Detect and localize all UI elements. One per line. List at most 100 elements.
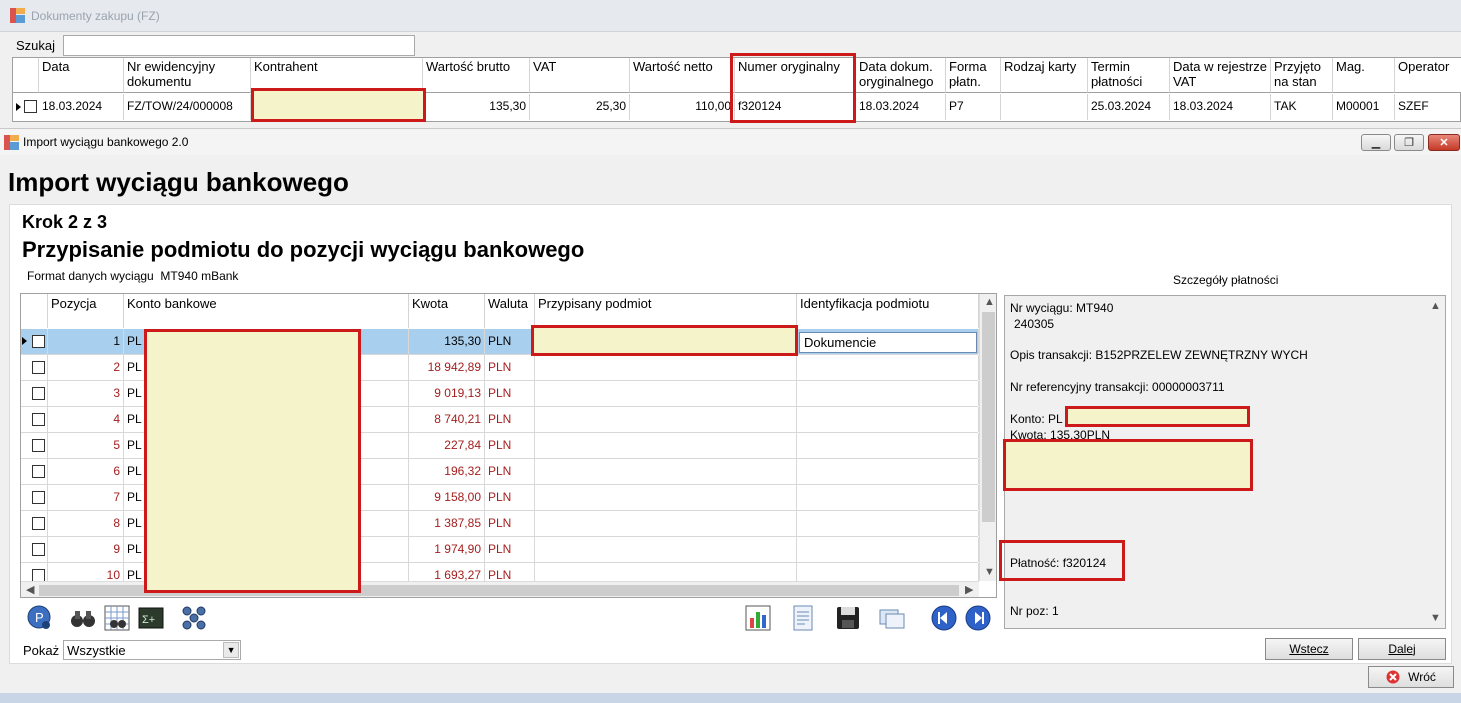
highlight-numer-oryginalny <box>730 53 856 123</box>
cell <box>797 537 979 562</box>
minimize-button[interactable]: ▁ <box>1361 134 1391 151</box>
redacted-assigned-entity <box>531 325 798 356</box>
return-button-label: Wróć <box>1408 670 1436 684</box>
scroll-right-icon[interactable]: ▶ <box>965 583 973 596</box>
ident-input[interactable]: Dokumencie <box>799 332 977 353</box>
maximize-button[interactable]: ❐ <box>1394 134 1424 151</box>
vertical-scrollbar[interactable]: ▲ ▼ <box>979 294 996 581</box>
binoculars-icon[interactable] <box>69 604 97 632</box>
scroll-up-icon[interactable]: ▲ <box>984 296 995 308</box>
cell <box>535 537 797 562</box>
show-label: Pokaż <box>23 642 60 658</box>
previous-icon[interactable] <box>930 604 958 632</box>
row-checkbox[interactable] <box>24 100 37 113</box>
return-button[interactable]: Wróć <box>1368 666 1454 688</box>
cell-kwota: 9 019,13 <box>409 381 485 406</box>
cell-pos: 6 <box>48 459 124 484</box>
next-icon[interactable] <box>964 604 992 632</box>
cell-kwota: 8 740,21 <box>409 407 485 432</box>
format-value: MT940 mBank <box>160 269 239 283</box>
redacted-details <box>1003 439 1253 491</box>
col-header-waluta[interactable]: Waluta <box>485 294 535 328</box>
detail-konto: Konto: PL <box>1010 412 1063 426</box>
cell-nr: FZ/TOW/24/000008 <box>124 94 251 120</box>
windows-icon[interactable] <box>878 604 906 632</box>
grid-binoculars-icon[interactable] <box>103 604 131 632</box>
cell-data-dok: 18.03.2024 <box>856 94 946 120</box>
col-header-pozycja[interactable]: Pozycja <box>48 294 124 328</box>
cell-operator: SZEF <box>1398 99 1429 113</box>
cell-pos: 7 <box>48 485 124 510</box>
redacted-account-numbers <box>144 329 361 593</box>
detail-nr-ref: Nr referencyjny transakcji: 00000003711 <box>1010 380 1225 394</box>
cell-waluta: PLN <box>485 459 535 484</box>
details-scroll-down-icon[interactable]: ▼ <box>1430 612 1441 624</box>
cell <box>535 511 797 536</box>
col-header-konto[interactable]: Konto bankowe <box>124 294 409 328</box>
cell-kwota: 196,32 <box>409 459 485 484</box>
search-input[interactable] <box>63 35 416 56</box>
cell-vat: 25,30 <box>530 94 630 120</box>
cell <box>21 355 48 380</box>
cell-kwota: 1 387,85 <box>409 511 485 536</box>
cell-waluta: PLN <box>485 329 535 354</box>
cell-kwota: 9 158,00 <box>409 485 485 510</box>
cell-kwota: 1 974,90 <box>409 537 485 562</box>
cell <box>21 459 48 484</box>
background-titlebar: Dokumenty zakupu (FZ) <box>0 0 1461 32</box>
cell <box>21 407 48 432</box>
col-header-podmiot[interactable]: Przypisany podmiot <box>535 294 797 328</box>
chevron-down-icon[interactable]: ▼ <box>223 642 240 658</box>
close-button[interactable]: ✕ <box>1428 134 1460 151</box>
svg-text:Σ+: Σ+ <box>142 615 155 627</box>
step-label: Krok 2 z 3 <box>22 212 108 232</box>
details-scroll-up-icon[interactable]: ▲ <box>1430 300 1441 312</box>
cancel-icon <box>1386 670 1400 684</box>
scroll-down-icon[interactable]: ▼ <box>984 566 995 578</box>
dialog-window-title: Import wyciągu bankowego 2.0 <box>23 135 189 149</box>
close-icon: ✕ <box>1439 137 1449 149</box>
calculator-icon[interactable]: Σ+ <box>137 604 165 632</box>
cell-waluta: PLN <box>485 537 535 562</box>
show-select[interactable]: Wszystkie ▼ <box>63 640 242 660</box>
cell-kwota: 227,84 <box>409 433 485 458</box>
details-scrollbar[interactable]: ▲ ▼ <box>1424 296 1445 628</box>
cell-pos: 8 <box>48 511 124 536</box>
cell-brutto: 135,30 <box>423 94 530 120</box>
svg-text:P: P <box>35 610 44 625</box>
show-filter: Pokaż Wszystkie ▼ <box>23 640 242 660</box>
app-icon <box>10 8 25 23</box>
cell <box>535 407 797 432</box>
col-header-kwota[interactable]: Kwota <box>409 294 485 328</box>
connections-icon[interactable] <box>180 604 208 632</box>
background-window: Dokumenty zakupu (FZ) Szukaj Data Nr ewi… <box>0 0 1461 128</box>
cell <box>797 407 979 432</box>
format-line: Format danych wyciągu MT940 mBank <box>27 269 238 283</box>
scroll-thumb[interactable] <box>982 312 995 522</box>
step-title: Przypisanie podmiotu do pozycji wyciągu … <box>22 237 585 262</box>
show-select-value: Wszystkie <box>67 643 126 658</box>
cell-data: 18.03.2024 <box>39 94 124 120</box>
chart-icon[interactable] <box>744 604 772 632</box>
document-icon[interactable] <box>789 604 817 632</box>
next-button[interactable]: Dalej <box>1358 638 1446 660</box>
save-icon[interactable] <box>834 604 862 632</box>
cell-waluta: PLN <box>485 407 535 432</box>
format-label: Format danych wyciągu <box>27 269 154 283</box>
cell <box>797 381 979 406</box>
scroll-left-icon[interactable]: ◀ <box>26 583 34 596</box>
back-button[interactable]: Wstecz <box>1265 638 1353 660</box>
details-label: Szczegóły płatności <box>1173 273 1279 287</box>
cell-pos: 5 <box>48 433 124 458</box>
cell <box>535 355 797 380</box>
bottom-strip <box>0 693 1461 703</box>
cell <box>535 381 797 406</box>
redacted-kontrahent <box>251 88 426 122</box>
col-header-ident[interactable]: Identyfikacja podmiotu <box>797 294 979 328</box>
cell-mag: M00001 <box>1333 94 1395 120</box>
cell <box>797 355 979 380</box>
cell <box>21 381 48 406</box>
cell-termin: 25.03.2024 <box>1088 94 1170 120</box>
search-icon[interactable]: P <box>26 604 54 632</box>
cell <box>21 511 48 536</box>
